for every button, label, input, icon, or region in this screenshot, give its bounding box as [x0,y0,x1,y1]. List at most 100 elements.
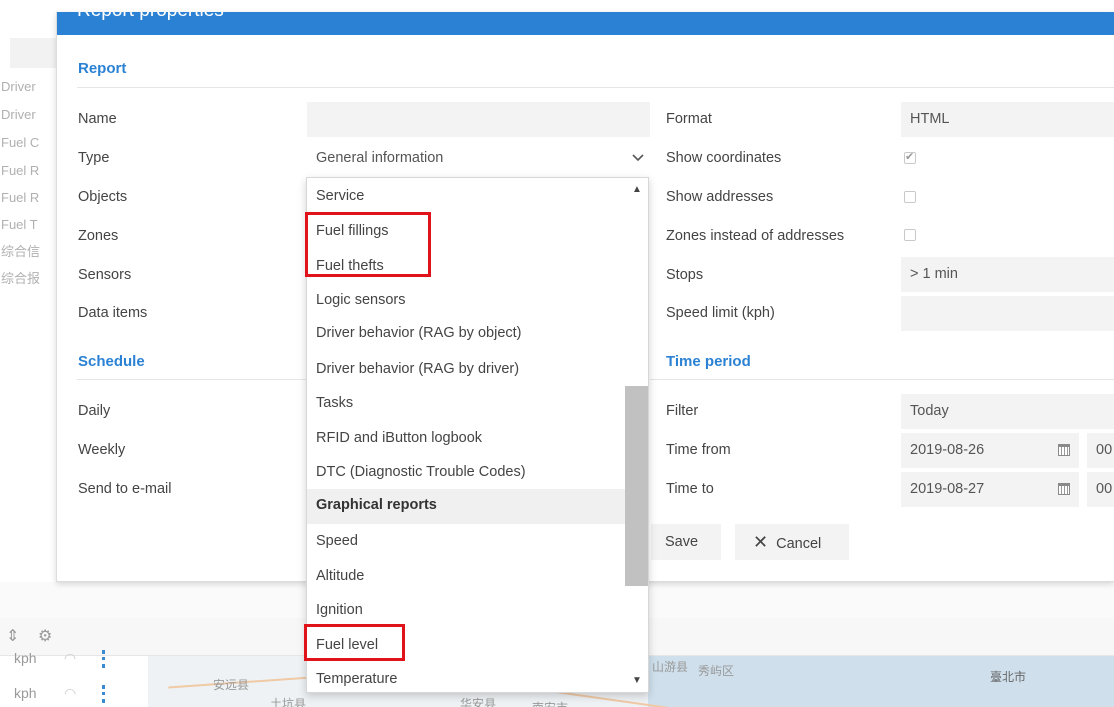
scroll-up-arrow-icon[interactable]: ▲ [632,184,642,195]
section-divider [77,379,307,380]
format-select[interactable]: HTML [901,102,1114,137]
highlight-box-fuel-fillings-thefts [305,212,431,277]
time-to-hour-select[interactable]: 00 [1087,472,1114,507]
section-title-report: Report [78,60,127,77]
format-label: Format [666,111,712,127]
report-list-item[interactable]: Fuel R [0,160,56,182]
sort-icon[interactable]: ⇕ [6,626,19,646]
format-value: HTML [910,111,950,127]
filter-value: Today [910,403,949,419]
time-to-date-input[interactable]: 2019-08-27 [901,472,1079,507]
show-coordinates-label: Show coordinates [666,150,782,166]
map-label: 秀屿区 [698,664,735,678]
map-label: 臺北市 [990,670,1027,684]
section-divider [77,87,1114,88]
report-list-item[interactable]: Driver [0,104,56,126]
scrollbar-thumb[interactable] [625,386,648,586]
time-from-date: 2019-08-26 [910,442,985,458]
stops-select[interactable]: > 1 min [901,257,1114,292]
dialog-title: Report properties [77,12,224,22]
option-group-header: Graphical reports [307,489,625,524]
section-divider [650,379,1114,380]
chevron-down-icon [632,154,644,162]
type-option[interactable]: Ignition [316,602,363,618]
option-group-label: Graphical reports [316,497,437,513]
cancel-button[interactable]: ✕ Cancel [735,524,849,560]
map-label: 山游县 [652,660,689,674]
map-label: 南安市 [532,699,568,707]
show-addresses-checkbox[interactable] [904,191,916,203]
filter-select[interactable]: Today [901,394,1114,429]
object-list: kph ◠ kph ◠ [0,650,148,707]
type-select[interactable]: General information [307,141,650,177]
calendar-icon[interactable] [1058,483,1070,495]
name-label: Name [78,111,117,127]
show-addresses-label: Show addresses [666,189,774,205]
objects-label: Objects [78,189,128,205]
signal-icon: ◠ [64,650,77,666]
app-top-bar [0,0,1114,12]
reports-list-header [10,38,56,68]
calendar-icon[interactable] [1058,444,1070,456]
highlight-box-fuel-level [304,624,405,661]
type-option[interactable]: Tasks [316,395,353,411]
speed-limit-label: Speed limit (kph) [666,305,775,321]
type-option[interactable]: Altitude [316,568,364,584]
weekly-label: Weekly [78,442,126,458]
section-title-time-period: Time period [666,353,751,370]
time-from-label: Time from [666,442,731,458]
scroll-down-arrow-icon[interactable]: ▼ [632,675,642,686]
zones-label: Zones [78,228,119,244]
report-list-item[interactable]: Fuel C [0,132,56,154]
show-coordinates-checkbox[interactable] [904,150,916,164]
signal-icon: ◠ [64,685,77,701]
time-to-hour: 00 [1096,481,1113,497]
dropdown-scrollbar[interactable]: ▲ ▼ [625,178,648,692]
type-option[interactable]: DTC (Diagnostic Trouble Codes) [316,464,526,480]
send-to-email-label: Send to e-mail [78,481,172,497]
speed-limit-input[interactable] [901,296,1114,331]
map-label: 安远县 [213,678,250,692]
save-button-label: Save [665,534,699,550]
stops-label: Stops [666,267,704,283]
zones-instead-checkbox[interactable] [904,229,916,241]
settings-icon[interactable]: ⚙ [38,626,52,646]
type-label: Type [78,150,110,166]
dialog-header: Report properties [57,12,1114,35]
time-to-label: Time to [666,481,714,497]
section-title-schedule: Schedule [78,353,145,370]
type-select-value: General information [316,150,444,166]
time-from-hour-select[interactable]: 00 [1087,433,1114,468]
report-list-item[interactable]: Fuel T [0,214,56,236]
report-list-item[interactable]: 综合信 [0,241,56,263]
more-icon[interactable] [102,685,106,703]
type-option[interactable]: Temperature [316,671,397,687]
time-to-date: 2019-08-27 [910,481,985,497]
report-list-item[interactable]: 综合报 [0,268,56,290]
report-list-item[interactable]: Driver [0,76,56,98]
time-from-date-input[interactable]: 2019-08-26 [901,433,1079,468]
save-button[interactable]: Save [651,524,721,560]
type-option[interactable]: Speed [316,533,358,549]
more-icon[interactable] [102,650,106,668]
object-speed: kph [14,650,37,666]
stops-value: > 1 min [910,266,958,282]
map-label: 华安县 [460,697,497,707]
type-option[interactable]: Service [316,188,364,204]
name-input[interactable] [307,102,650,137]
sensors-label: Sensors [78,267,132,283]
type-option[interactable]: RFID and iButton logbook [316,430,482,446]
object-speed: kph [14,685,37,701]
type-option[interactable]: Logic sensors [316,292,405,308]
type-option[interactable]: Driver behavior (RAG by driver) [316,361,519,377]
cancel-button-label: Cancel [776,536,822,552]
report-list-item[interactable]: Fuel R [0,187,56,209]
time-from-hour: 00 [1096,442,1113,458]
zones-instead-label: Zones instead of addresses [666,228,845,244]
close-icon: ✕ [753,532,769,552]
map-label: 土坑县 [270,697,307,707]
data-items-label: Data items [78,305,148,321]
reports-list-panel: Driver Driver Fuel C Fuel R Fuel R Fuel … [0,12,56,582]
daily-label: Daily [78,403,111,419]
type-option[interactable]: Driver behavior (RAG by object) [316,325,522,341]
